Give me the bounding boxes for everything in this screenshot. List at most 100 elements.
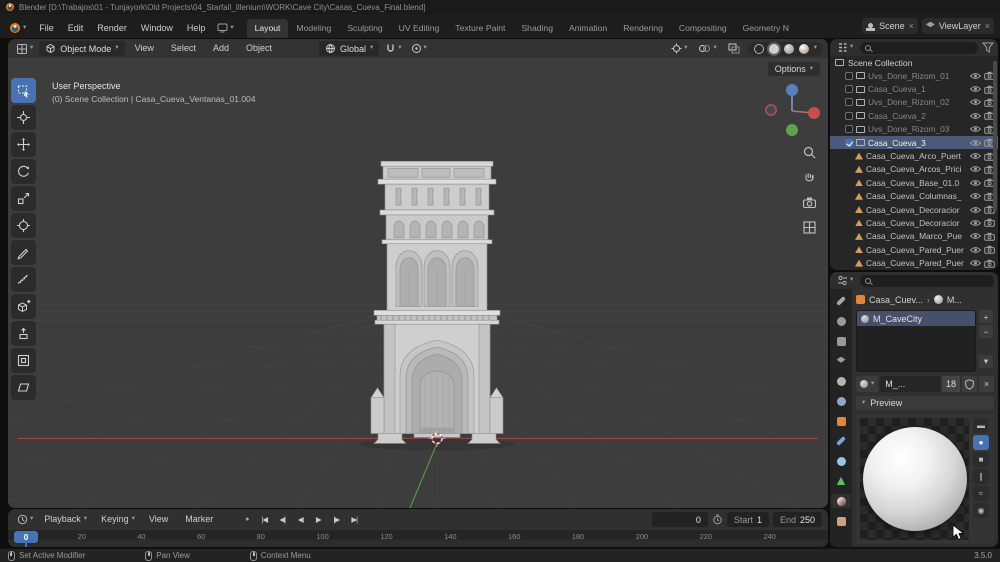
filter-icon[interactable]	[982, 42, 994, 53]
unlink-material-button[interactable]: ×	[979, 376, 994, 392]
transport-button[interactable]: |▶	[328, 512, 344, 527]
show-overlays-button[interactable]: ▾	[695, 41, 719, 56]
workspace-tab[interactable]: Shading	[513, 19, 561, 38]
shading-material-button[interactable]	[783, 43, 794, 54]
workspace-tab[interactable]: UV Editing	[391, 19, 448, 38]
outliner-item[interactable]: Casa_Cueva_Pared_Puer	[830, 256, 998, 269]
disable-in-renders-icon[interactable]	[984, 232, 995, 241]
properties-tab[interactable]	[831, 494, 851, 508]
workspace-tab[interactable]: Animation	[561, 19, 615, 38]
material-users-count[interactable]: 18	[941, 376, 960, 392]
shading-wireframe-button[interactable]	[753, 43, 764, 54]
timeline-menu-item[interactable]: Marker	[179, 512, 222, 527]
properties-tab[interactable]	[831, 514, 851, 528]
preview-mode-button[interactable]: ∥	[973, 469, 989, 484]
shading-rendered-button[interactable]	[798, 43, 809, 54]
blender-menu-button[interactable]: ▾	[4, 20, 32, 38]
remove-viewlayer-icon[interactable]: ×	[985, 21, 990, 31]
hide-in-viewport-icon[interactable]	[970, 165, 981, 173]
outliner-item[interactable]: Casa_Cueva_Columnas_	[830, 190, 998, 203]
hide-in-viewport-icon[interactable]	[970, 192, 981, 200]
preview-mode-button[interactable]: ▬	[973, 418, 989, 433]
editor-type-button[interactable]: ▾	[13, 41, 36, 56]
viewport-menu-item[interactable]: Add	[206, 40, 236, 58]
workspace-switcher-button[interactable]: ▾	[212, 20, 238, 38]
hide-in-viewport-icon[interactable]	[970, 246, 981, 254]
properties-tab[interactable]	[831, 394, 851, 408]
disable-in-renders-icon[interactable]	[984, 218, 995, 228]
outliner-item[interactable]: Casa_Cueva_Decoracior	[830, 216, 998, 229]
scene-selector[interactable]: Scene ×	[862, 18, 918, 34]
outliner-item[interactable]: Uvs_Done_Rizom_03	[830, 123, 998, 136]
workspace-tab[interactable]: Modeling	[288, 19, 339, 38]
outliner-item[interactable]: Casa_Cueva_3	[830, 135, 998, 150]
outliner-item[interactable]: Casa_Cueva_Base_01.0	[830, 176, 998, 189]
frame-start-field[interactable]: Start 1	[726, 512, 769, 527]
show-gizmo-button[interactable]: ▾	[668, 41, 690, 56]
topbar-menu-item[interactable]: File	[32, 20, 61, 38]
timeline-menu-item[interactable]: View	[143, 512, 177, 527]
tool-extrude-button[interactable]	[11, 321, 36, 346]
camera-view-button[interactable]	[801, 194, 818, 211]
topbar-menu-item[interactable]: Window	[134, 20, 180, 38]
viewport-menu-item[interactable]: View	[128, 40, 161, 58]
shading-solid-button[interactable]	[768, 43, 779, 54]
tool-move-button[interactable]	[11, 132, 36, 157]
hide-in-viewport-icon[interactable]	[970, 179, 981, 187]
tool-shear-button[interactable]	[11, 375, 36, 400]
tool-options-button[interactable]: Options ▾	[767, 62, 820, 76]
navigation-gizmo[interactable]	[764, 80, 820, 138]
properties-tab[interactable]	[831, 294, 851, 308]
collection-checkbox[interactable]	[845, 98, 853, 107]
properties-tab[interactable]	[831, 314, 851, 328]
timeline-editor-type-button[interactable]: ▾	[14, 512, 36, 527]
outliner-item[interactable]: Casa_Cueva_Marco_Pue	[830, 230, 998, 243]
outliner-search-input[interactable]	[875, 43, 973, 52]
tool-inset-button[interactable]	[11, 348, 36, 373]
workspace-tab[interactable]: Geometry Nodes	[735, 19, 789, 38]
model-building[interactable]	[359, 161, 515, 451]
transport-button[interactable]: ◀|	[274, 512, 290, 527]
preview-panel-header[interactable]: ▾ Preview	[856, 396, 994, 410]
mode-dropdown[interactable]: Object Mode ▾	[39, 41, 125, 56]
hide-in-viewport-icon[interactable]	[970, 112, 981, 120]
properties-tab[interactable]	[831, 354, 851, 368]
tool-transform-button[interactable]	[11, 213, 36, 238]
properties-search-box[interactable]	[860, 274, 994, 287]
disable-in-renders-icon[interactable]	[984, 245, 995, 254]
tool-rotate-button[interactable]	[11, 159, 36, 184]
viewport-menu-item[interactable]: Select	[164, 40, 203, 58]
hide-in-viewport-icon[interactable]	[970, 85, 981, 93]
properties-search-input[interactable]	[875, 276, 989, 285]
outliner-scrollbar[interactable]	[993, 61, 997, 211]
preview-mode-button[interactable]: ≈	[973, 486, 989, 501]
properties-tab[interactable]	[831, 414, 851, 428]
workspace-tab[interactable]: Compositing	[671, 19, 735, 38]
hide-in-viewport-icon[interactable]	[970, 125, 981, 133]
proportional-edit-button[interactable]: ▾	[408, 41, 430, 56]
viewport-menu-item[interactable]: Object	[239, 40, 279, 58]
tool-scale-button[interactable]	[11, 186, 36, 211]
breadcrumb-object[interactable]: Casa_Cuev...	[869, 295, 923, 305]
material-slot-row[interactable]: M_CaveCity	[857, 311, 975, 326]
collection-checkbox[interactable]	[845, 71, 853, 80]
outliner-item[interactable]: Casa_Cueva_1	[830, 82, 998, 95]
hide-in-viewport-icon[interactable]	[970, 259, 981, 267]
workspace-tab[interactable]: Texture Paint	[447, 19, 513, 38]
properties-editor-type-button[interactable]: ▾	[834, 273, 856, 288]
properties-tab[interactable]	[831, 434, 851, 448]
material-name-field[interactable]: M_...	[880, 376, 940, 392]
collection-checkbox[interactable]	[845, 138, 853, 147]
hide-in-viewport-icon[interactable]	[970, 72, 981, 80]
workspace-tab[interactable]: Rendering	[615, 19, 671, 38]
transport-button[interactable]: ▶|	[346, 512, 362, 527]
zoom-button[interactable]	[801, 144, 818, 161]
breadcrumb-material[interactable]: M...	[947, 295, 962, 305]
snap-button[interactable]: ▾	[382, 41, 404, 56]
browse-material-button[interactable]: ▾	[856, 376, 879, 392]
topbar-menu-item[interactable]: Render	[90, 20, 134, 38]
viewport-3d[interactable]: User Perspective (0) Scene Collection | …	[8, 58, 828, 508]
hide-in-viewport-icon[interactable]	[970, 152, 981, 160]
properties-tab[interactable]	[831, 374, 851, 388]
material-slot-list[interactable]: M_CaveCity	[856, 310, 976, 372]
